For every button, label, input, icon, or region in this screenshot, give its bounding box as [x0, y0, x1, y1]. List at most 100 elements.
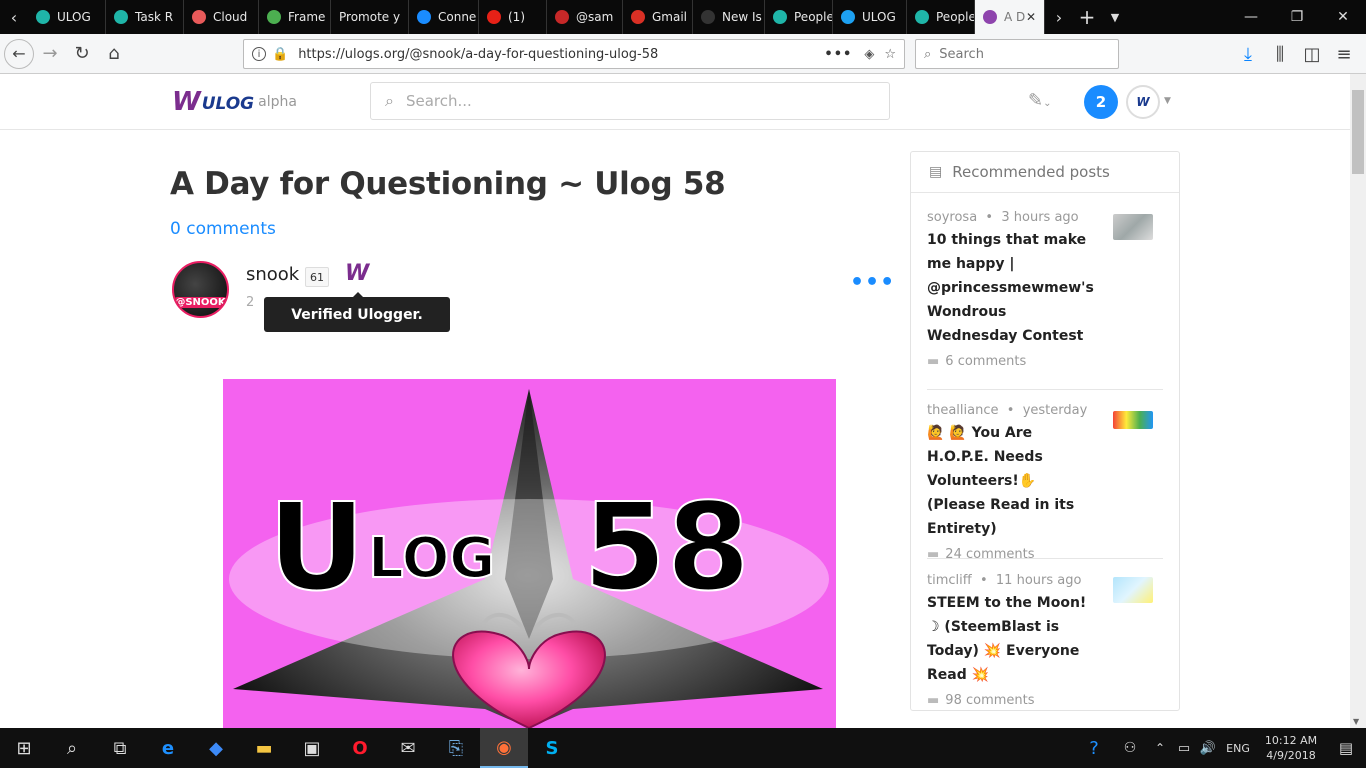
rec-title[interactable]: 🙋 🙋 You Are H.O.P.E. Needs Volunteers!✋ …: [927, 421, 1097, 541]
tab-label: Task R: [135, 10, 174, 24]
browser-tab[interactable]: @sam: [547, 0, 623, 34]
ulog-logo[interactable]: W ULOG alpha: [172, 88, 297, 116]
browser-tab[interactable]: Task R: [106, 0, 184, 34]
post-date: 2: [246, 295, 255, 310]
browser-search-field[interactable]: ⌕ Search: [915, 39, 1119, 69]
menu-icon[interactable]: ≡: [1328, 38, 1360, 70]
dropbox-icon[interactable]: ◆: [192, 728, 240, 768]
rec-comments[interactable]: 6 comments: [945, 354, 1026, 369]
rec-title[interactable]: 10 things that make me happy | @princess…: [927, 228, 1097, 348]
comments-link[interactable]: 0 comments: [170, 219, 276, 239]
browser-tab[interactable]: Conne: [409, 0, 479, 34]
recommended-post-item[interactable]: thealliance • yesterday 🙋 🙋 You Are H.O.…: [927, 403, 1163, 562]
rec-comments[interactable]: 24 comments: [945, 547, 1034, 562]
tab-label: Gmail: [652, 10, 688, 24]
tab-label: @sam: [576, 10, 614, 24]
downloads-icon[interactable]: ⤓: [1232, 38, 1264, 70]
rec-author[interactable]: thealliance: [927, 403, 999, 418]
network-icon[interactable]: ▭: [1172, 728, 1196, 768]
info-icon[interactable]: i: [252, 47, 266, 61]
user-menu-caret-icon[interactable]: ▼: [1164, 96, 1171, 106]
opera-icon[interactable]: O: [336, 728, 384, 768]
back-icon[interactable]: ←: [4, 38, 34, 69]
post-title: A Day for Questioning ~ Ulog 58: [170, 166, 726, 202]
recommended-post-item[interactable]: soyrosa • 3 hours ago 10 things that mak…: [927, 210, 1163, 369]
site-search-icon: ⌕: [385, 91, 394, 110]
browser-tab[interactable]: A D ✕: [975, 0, 1045, 34]
library-icon[interactable]: ⫼: [1264, 38, 1296, 70]
search-icon[interactable]: ⌕: [48, 728, 96, 768]
scroll-down-icon[interactable]: ▼: [1353, 717, 1359, 726]
bookmark-star-icon[interactable]: ☆: [884, 47, 896, 62]
page-scrollbar[interactable]: ▼: [1350, 74, 1366, 728]
edge-icon[interactable]: e: [144, 728, 192, 768]
tab-scroll-right-icon[interactable]: ›: [1045, 0, 1073, 34]
rec-title[interactable]: STEEM to the Moon! ☽ (SteemBlast is Toda…: [927, 591, 1097, 687]
logo-suffix: alpha: [258, 94, 297, 110]
rec-thumbnail[interactable]: [1113, 411, 1153, 429]
browser-tab[interactable]: Cloud: [184, 0, 259, 34]
network-app-icon[interactable]: ⎘: [432, 728, 480, 768]
task-view-icon[interactable]: ⧉: [96, 728, 144, 768]
page-actions-icon[interactable]: •••: [824, 47, 852, 62]
rec-thumbnail[interactable]: [1113, 214, 1153, 240]
clock-date: 4/9/2018: [1266, 749, 1316, 762]
tab-list-icon[interactable]: ▼: [1101, 0, 1129, 34]
pocket-icon[interactable]: ◈: [864, 47, 874, 62]
store-icon[interactable]: ▣: [288, 728, 336, 768]
tray-chevron-icon[interactable]: ⌃: [1148, 728, 1172, 768]
post-options-icon[interactable]: •••: [850, 270, 895, 295]
tab-close-icon[interactable]: ✕: [1026, 10, 1036, 24]
author-avatar[interactable]: @SNOOK: [172, 261, 229, 318]
clock[interactable]: 10:12 AM 4/9/2018: [1256, 733, 1326, 763]
people-icon[interactable]: ⚇: [1112, 728, 1148, 768]
author-name[interactable]: snook: [246, 264, 299, 285]
notification-center-icon[interactable]: ▤: [1326, 728, 1366, 768]
user-avatar[interactable]: W: [1126, 85, 1160, 119]
start-icon[interactable]: ⊞: [0, 728, 48, 768]
skype-icon[interactable]: S: [528, 728, 576, 768]
tab-label: Frame: [288, 10, 326, 24]
scrollbar-thumb[interactable]: [1352, 90, 1364, 174]
browser-tab[interactable]: People: [907, 0, 975, 34]
recommended-post-item[interactable]: timcliff • 11 hours ago STEEM to the Moo…: [927, 573, 1163, 708]
sidebar-icon[interactable]: ◫: [1296, 38, 1328, 70]
write-post-icon[interactable]: ✎⌄: [1028, 90, 1051, 111]
browser-tab[interactable]: (1): [479, 0, 547, 34]
url-bar[interactable]: i 🔒 https://ulogs.org/@snook/a-day-for-q…: [243, 39, 905, 69]
restore-icon[interactable]: ❐: [1274, 0, 1320, 34]
tab-favicon-icon: [417, 10, 431, 24]
notifications-badge[interactable]: 2: [1084, 85, 1118, 119]
rec-author[interactable]: timcliff: [927, 573, 972, 588]
mail-icon[interactable]: ✉: [384, 728, 432, 768]
browser-tab[interactable]: ULOG: [833, 0, 907, 34]
browser-tab[interactable]: Promote y: [331, 0, 409, 34]
volume-icon[interactable]: 🔊: [1196, 728, 1220, 768]
image-text-log: LOG: [367, 526, 496, 591]
verified-ulogger-icon[interactable]: W: [345, 261, 369, 286]
language-indicator[interactable]: ENG: [1220, 742, 1256, 755]
close-window-icon[interactable]: ✕: [1320, 0, 1366, 34]
browser-tab[interactable]: ULOG: [28, 0, 106, 34]
new-tab-icon[interactable]: +: [1073, 0, 1101, 34]
browser-tab[interactable]: People: [765, 0, 833, 34]
forward-icon[interactable]: →: [34, 38, 66, 70]
help-icon[interactable]: ?: [1076, 728, 1112, 768]
tab-scroll-left-icon[interactable]: ‹: [0, 0, 28, 34]
home-icon[interactable]: ⌂: [98, 38, 130, 70]
minimize-icon[interactable]: —: [1228, 0, 1274, 34]
site-search-input[interactable]: ⌕ Search...: [370, 82, 890, 120]
rec-thumbnail[interactable]: [1113, 577, 1153, 603]
tab-favicon-icon: [267, 10, 281, 24]
browser-tab[interactable]: New Is: [693, 0, 765, 34]
file-explorer-icon[interactable]: ▬: [240, 728, 288, 768]
firefox-icon[interactable]: ◉: [480, 728, 528, 768]
rec-author[interactable]: soyrosa: [927, 210, 977, 225]
browser-tab[interactable]: Gmail: [623, 0, 693, 34]
reload-icon[interactable]: ↻: [66, 38, 98, 70]
url-text[interactable]: https://ulogs.org/@snook/a-day-for-quest…: [298, 47, 824, 62]
divider: [927, 389, 1163, 390]
browser-tab[interactable]: Frame: [259, 0, 331, 34]
rec-time: 11 hours ago: [995, 573, 1082, 588]
rec-comments[interactable]: 98 comments: [945, 693, 1034, 708]
